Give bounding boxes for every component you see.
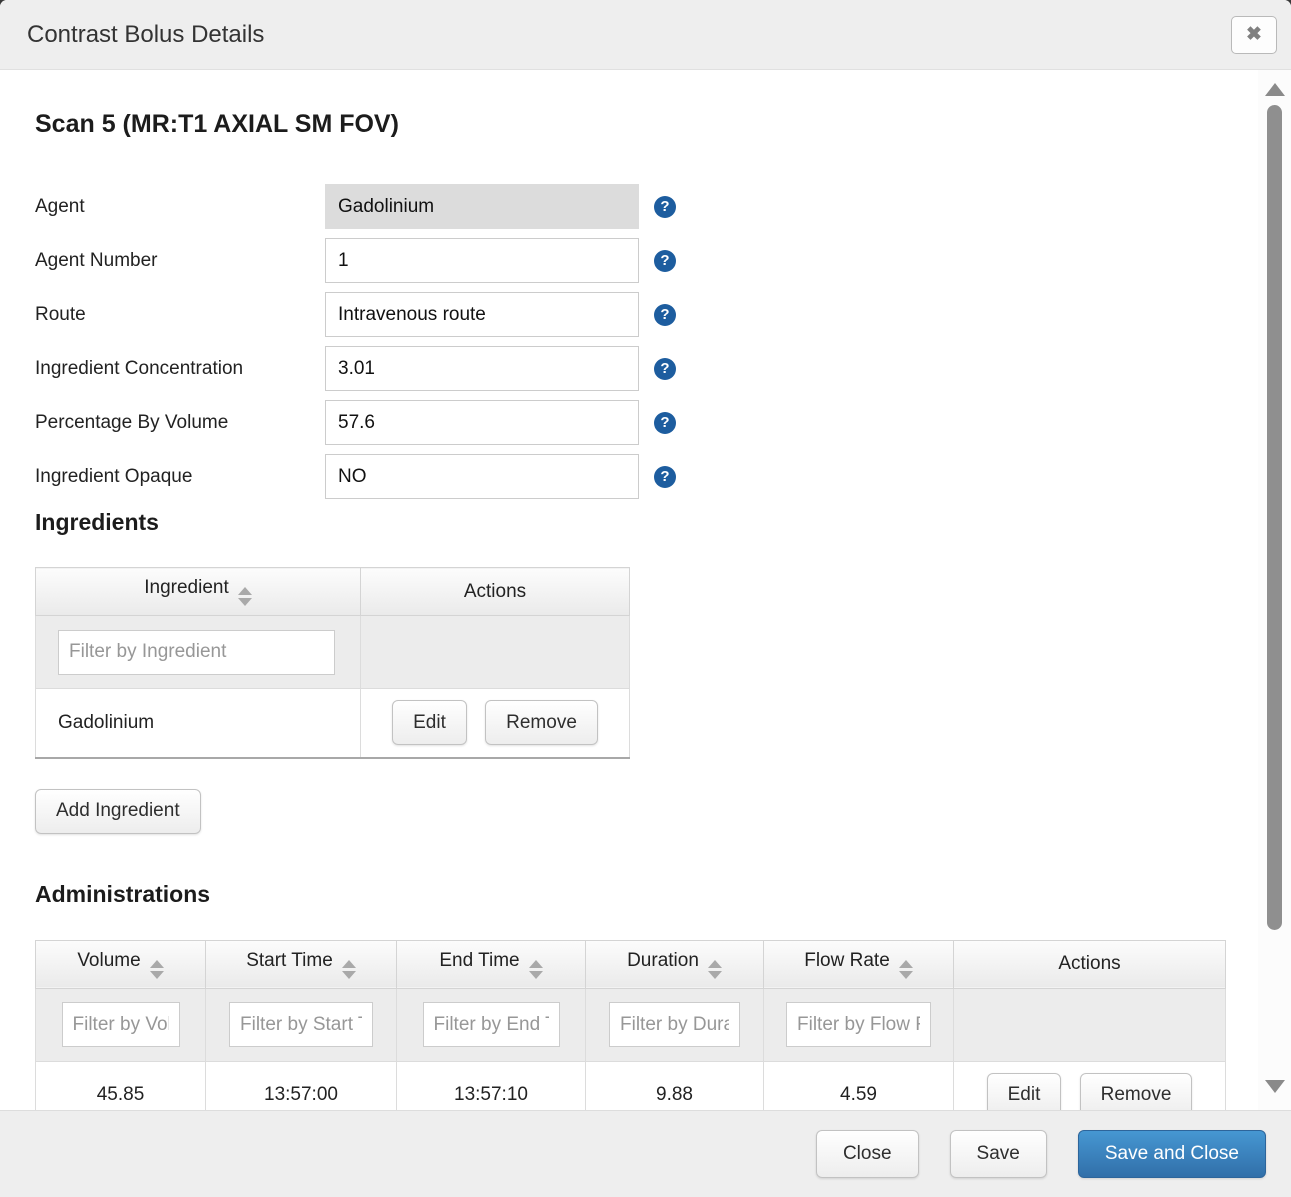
field-row-ingredient-concentration: Ingredient Concentration ? <box>35 346 1231 391</box>
column-header-actions: Actions <box>361 568 630 616</box>
field-row-percentage-by-volume: Percentage By Volume ? <box>35 400 1231 445</box>
edit-ingredient-button[interactable]: Edit <box>392 700 467 745</box>
administrations-heading: Administrations <box>35 881 1231 907</box>
administrations-table: Volume Start Time End Time Duration Flow… <box>35 940 1226 1111</box>
agent-input <box>325 184 639 229</box>
modal-header: Contrast Bolus Details ✖ <box>0 0 1291 70</box>
duration-filter-input[interactable] <box>609 1002 740 1047</box>
administrations-header-row: Volume Start Time End Time Duration Flow… <box>36 940 1226 988</box>
save-and-close-button[interactable]: Save and Close <box>1078 1130 1266 1178</box>
start-time-filter-input[interactable] <box>229 1002 373 1047</box>
field-label: Agent Number <box>35 250 325 272</box>
sort-icon <box>899 960 913 979</box>
scrollbar-thumb[interactable] <box>1267 105 1282 930</box>
scroll-down-arrow-icon[interactable] <box>1265 1080 1285 1093</box>
field-label: Ingredient Opaque <box>35 466 325 488</box>
volume-filter-input[interactable] <box>62 1002 180 1047</box>
duration-cell: 9.88 <box>586 1061 764 1110</box>
column-header-actions: Actions <box>954 940 1226 988</box>
field-row-agent: Agent ? <box>35 184 1231 229</box>
percentage-by-volume-input[interactable] <box>325 400 639 445</box>
sort-icon <box>529 960 543 979</box>
column-header-ingredient[interactable]: Ingredient <box>36 568 361 616</box>
start-time-cell: 13:57:00 <box>206 1061 397 1110</box>
ingredients-heading: Ingredients <box>35 509 1231 535</box>
modal-content: Scan 5 (MR:T1 AXIAL SM FOV) Agent ? Agen… <box>0 70 1291 1110</box>
close-icon: ✖ <box>1246 25 1262 44</box>
sort-icon <box>238 587 252 606</box>
ingredient-concentration-input[interactable] <box>325 346 639 391</box>
column-header-duration[interactable]: Duration <box>586 940 764 988</box>
remove-administration-button[interactable]: Remove <box>1080 1073 1193 1110</box>
field-row-route: Route ? <box>35 292 1231 337</box>
sort-icon <box>150 960 164 979</box>
end-time-cell: 13:57:10 <box>397 1061 586 1110</box>
help-icon[interactable]: ? <box>654 250 676 272</box>
ingredient-opaque-input[interactable] <box>325 454 639 499</box>
field-row-ingredient-opaque: Ingredient Opaque ? <box>35 454 1231 499</box>
remove-ingredient-button[interactable]: Remove <box>485 700 598 745</box>
ingredients-header-row: Ingredient Actions <box>36 568 630 616</box>
flow-rate-cell: 4.59 <box>764 1061 954 1110</box>
vertical-scrollbar[interactable] <box>1258 70 1291 1110</box>
contrast-form: Agent ? Agent Number ? Route ? Ingredien… <box>35 184 1231 499</box>
contrast-bolus-modal: Contrast Bolus Details ✖ Scan 5 (MR:T1 A… <box>0 0 1291 1197</box>
help-icon[interactable]: ? <box>654 466 676 488</box>
close-button[interactable]: Close <box>816 1130 919 1178</box>
end-time-filter-input[interactable] <box>423 1002 560 1047</box>
ingredient-filter-input[interactable] <box>58 630 335 675</box>
volume-cell: 45.85 <box>36 1061 206 1110</box>
column-header-volume[interactable]: Volume <box>36 940 206 988</box>
field-row-agent-number: Agent Number ? <box>35 238 1231 283</box>
column-header-flow-rate[interactable]: Flow Rate <box>764 940 954 988</box>
scan-heading: Scan 5 (MR:T1 AXIAL SM FOV) <box>35 110 1231 138</box>
modal-body: Scan 5 (MR:T1 AXIAL SM FOV) Agent ? Agen… <box>0 70 1291 1110</box>
field-label: Ingredient Concentration <box>35 358 325 380</box>
sort-icon <box>342 960 356 979</box>
administrations-filter-row <box>36 988 1226 1061</box>
ingredients-table: Ingredient Actions Gadolinium Edit Remov… <box>35 567 630 759</box>
help-icon[interactable]: ? <box>654 358 676 380</box>
modal-close-button[interactable]: ✖ <box>1231 16 1277 54</box>
table-row: 45.85 13:57:00 13:57:10 9.88 4.59 Edit R… <box>36 1061 1226 1110</box>
flow-rate-filter-input[interactable] <box>786 1002 931 1047</box>
table-row: Gadolinium Edit Remove <box>36 689 630 758</box>
edit-administration-button[interactable]: Edit <box>987 1073 1062 1110</box>
field-label: Percentage By Volume <box>35 412 325 434</box>
help-icon[interactable]: ? <box>654 196 676 218</box>
scroll-up-arrow-icon[interactable] <box>1265 83 1285 96</box>
modal-footer: Close Save Save and Close <box>0 1110 1291 1197</box>
field-label: Agent <box>35 196 325 218</box>
route-input[interactable] <box>325 292 639 337</box>
column-header-end-time[interactable]: End Time <box>397 940 586 988</box>
save-button[interactable]: Save <box>950 1130 1047 1178</box>
field-label: Route <box>35 304 325 326</box>
ingredient-cell: Gadolinium <box>36 689 361 758</box>
column-header-start-time[interactable]: Start Time <box>206 940 397 988</box>
sort-icon <box>708 960 722 979</box>
help-icon[interactable]: ? <box>654 304 676 326</box>
help-icon[interactable]: ? <box>654 412 676 434</box>
agent-number-input[interactable] <box>325 238 639 283</box>
add-ingredient-button[interactable]: Add Ingredient <box>35 789 201 834</box>
ingredients-filter-row <box>36 616 630 689</box>
modal-title: Contrast Bolus Details <box>27 21 264 49</box>
